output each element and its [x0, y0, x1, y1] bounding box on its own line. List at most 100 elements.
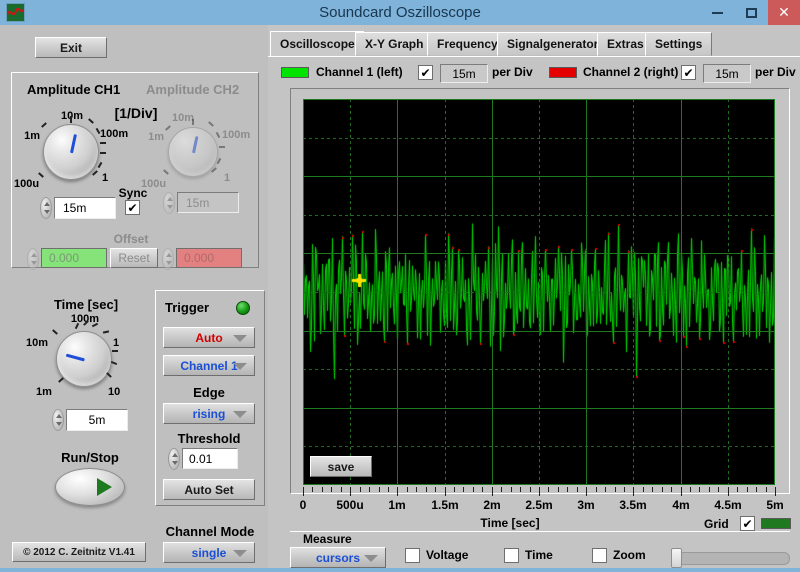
offset-reset-button[interactable]: Reset	[110, 248, 158, 268]
ch1-tick	[100, 152, 106, 154]
axis-tick	[539, 487, 540, 496]
axis-tick	[454, 487, 455, 492]
axis-tick	[407, 487, 408, 492]
offset-ch1-input[interactable]: 0.000	[41, 248, 107, 268]
time-stepper[interactable]	[52, 409, 64, 431]
axis-tick	[558, 487, 559, 492]
chevron-down-icon	[233, 334, 247, 342]
axis-tick	[397, 487, 398, 496]
axis-tick	[379, 487, 380, 492]
axis-tick	[426, 487, 427, 492]
run-stop-label: Run/Stop	[61, 450, 119, 465]
axis-tick	[322, 487, 323, 492]
axis-tick	[548, 487, 549, 492]
axis-tick	[709, 487, 710, 492]
zoom-checkbox[interactable]	[592, 548, 607, 563]
time-measure-checkbox[interactable]	[504, 548, 519, 563]
axis-tick	[416, 487, 417, 492]
threshold-value: 0.01	[189, 451, 213, 466]
trigger-source-combo[interactable]: Channel 1	[163, 355, 255, 376]
grid-line-horizontal	[303, 484, 775, 485]
trigger-mode-value: Auto	[195, 330, 223, 345]
channel2-enable-checkbox[interactable]: ✔	[681, 65, 696, 80]
x-tick-label: 5m	[766, 498, 784, 512]
grid-line-horizontal	[303, 138, 775, 139]
grid-line-horizontal	[303, 446, 775, 447]
amplitude-ch1-stepper[interactable]	[40, 197, 52, 219]
channel1-color-swatch	[281, 67, 309, 78]
title-bar: Soundcard Oszilloscope ✕	[0, 0, 800, 25]
zoom-slider-handle[interactable]	[671, 548, 682, 568]
threshold-stepper[interactable]	[168, 448, 180, 470]
axis-tick	[633, 487, 634, 496]
axis-tick	[388, 487, 389, 492]
measure-mode-combo[interactable]: cursors	[290, 547, 386, 568]
channel1-perdiv-input[interactable]: 15m	[440, 64, 488, 83]
channel2-perdiv-label: per Div	[755, 65, 796, 79]
amplitude-ch1-knob[interactable]	[43, 124, 99, 180]
tab-frequency-label: Frequency	[437, 37, 498, 51]
close-button[interactable]: ✕	[768, 0, 800, 25]
sync-checkbox[interactable]: ✔	[125, 200, 140, 215]
ch2-scale-label-10m: 10m	[171, 112, 195, 124]
grid-checkbox[interactable]: ✔	[740, 516, 755, 531]
axis-tick	[652, 487, 653, 492]
tab-frequency[interactable]: Frequency	[427, 32, 508, 56]
tab-oscilloscope[interactable]: Oscilloscope	[270, 31, 365, 57]
auto-set-button[interactable]: Auto Set	[163, 479, 255, 500]
x-axis-ticks	[303, 487, 776, 496]
amplitude-ch2-knob[interactable]	[168, 127, 218, 177]
amplitude-ch1-input[interactable]: 15m	[54, 197, 116, 219]
axis-tick	[690, 487, 691, 492]
axis-tick	[445, 487, 446, 496]
channel-mode-combo[interactable]: single	[163, 542, 255, 563]
time-knob[interactable]	[56, 331, 112, 387]
oscilloscope-plot[interactable]	[303, 99, 775, 485]
tab-xy-graph[interactable]: X-Y Graph	[355, 32, 434, 56]
axis-tick	[331, 487, 332, 492]
trigger-mode-combo[interactable]: Auto	[163, 327, 255, 348]
axis-tick	[699, 487, 700, 492]
x-axis-title: Time [sec]	[480, 516, 540, 530]
offset-reset-label: Reset	[118, 251, 150, 265]
axis-tick	[435, 487, 436, 492]
axis-tick	[492, 487, 493, 496]
tab-signalgenerator[interactable]: Signalgenerator	[497, 32, 609, 56]
offset-ch2-stepper[interactable]	[162, 248, 174, 270]
axis-tick	[643, 487, 644, 492]
zoom-slider-track[interactable]	[672, 552, 790, 565]
window-title: Soundcard Oszilloscope	[319, 4, 481, 21]
channel2-perdiv-value: 15m	[715, 66, 739, 81]
grid-line-horizontal	[303, 176, 775, 177]
offset-ch2-input[interactable]: 0.000	[176, 248, 242, 268]
maximize-button[interactable]	[734, 0, 768, 25]
offset-ch1-stepper[interactable]	[27, 248, 39, 270]
time-knob-pointer	[65, 353, 85, 362]
axis-tick	[596, 487, 597, 492]
amplitude-unit-label: [1/Div]	[114, 105, 158, 121]
axis-tick	[671, 487, 672, 492]
tab-settings[interactable]: Settings	[645, 32, 713, 56]
zoom-label: Zoom	[613, 548, 646, 562]
trigger-edge-combo[interactable]: rising	[163, 403, 255, 424]
channel1-enable-checkbox[interactable]: ✔	[418, 65, 433, 80]
axis-tick	[605, 487, 606, 492]
axis-tick	[482, 487, 483, 492]
channel1-perdiv-value: 15m	[452, 66, 476, 81]
save-button[interactable]: save	[310, 456, 372, 477]
minimize-button[interactable]	[700, 0, 734, 25]
axis-tick	[511, 487, 512, 492]
measure-mode-value: cursors	[315, 550, 361, 565]
tab-extras-label: Extras	[607, 37, 644, 51]
grid-color-swatch[interactable]	[761, 518, 791, 529]
ch1-scale-label-1: 1	[102, 172, 109, 184]
amplitude-ch2-input[interactable]: 15m	[177, 192, 239, 213]
threshold-input[interactable]: 0.01	[182, 448, 238, 469]
exit-button[interactable]: Exit	[35, 37, 107, 58]
channel2-perdiv-input[interactable]: 15m	[703, 64, 751, 83]
tab-signalgenerator-label: Signalgenerator	[507, 37, 599, 51]
amplitude-ch2-stepper[interactable]	[163, 192, 175, 214]
voltage-checkbox[interactable]	[405, 548, 420, 563]
time-input[interactable]: 5m	[66, 409, 128, 431]
time-scale-label-1: 1	[113, 337, 120, 349]
